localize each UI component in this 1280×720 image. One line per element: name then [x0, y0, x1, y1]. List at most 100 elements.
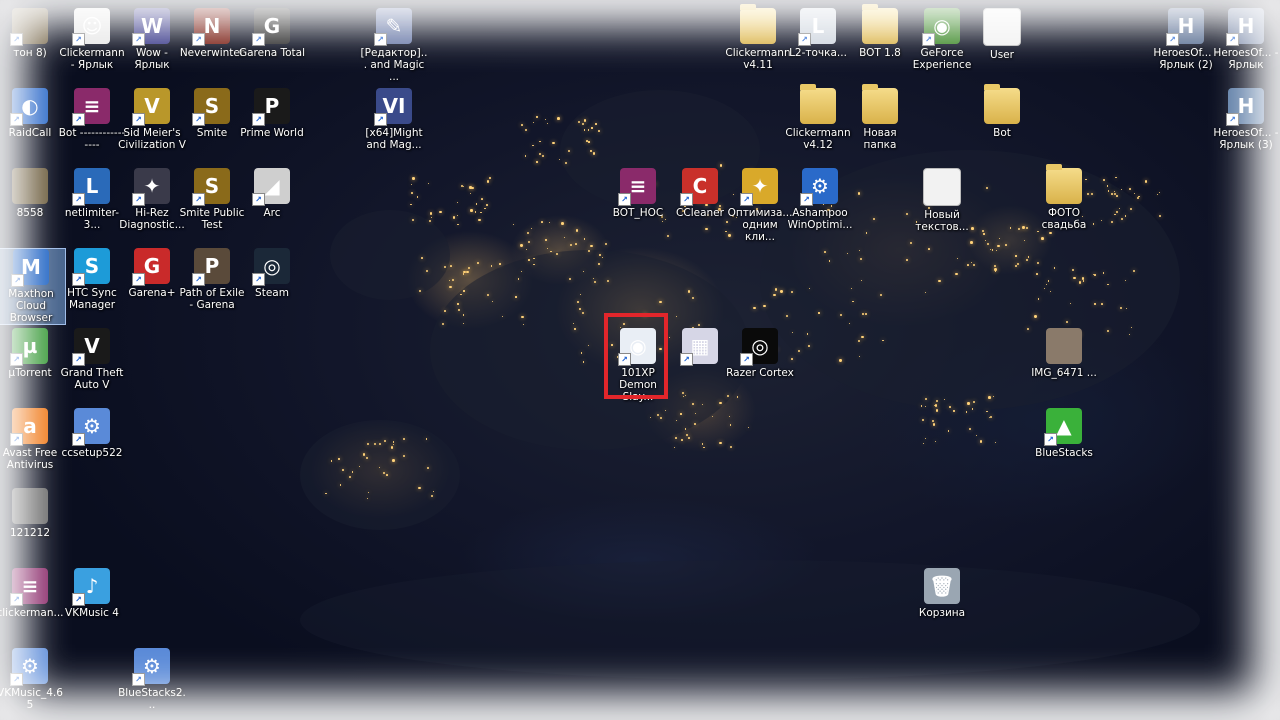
icon-glyph	[1046, 328, 1082, 364]
desktop-icon[interactable]: a ↗ Avast Free Antivirus	[0, 408, 64, 471]
desktop-icon[interactable]: G ↗ Garena Total	[238, 8, 306, 59]
desktop-icon[interactable]: L ↗ netlimiter-3...	[58, 168, 126, 231]
desktop-icon[interactable]: ▦ ↗	[666, 328, 734, 367]
desktop-icon[interactable]: ◉ ↗ GeForce Experience	[908, 8, 976, 71]
city-light	[729, 424, 731, 426]
desktop-icon[interactable]: ☺ ↗ Clickermann - Ярлык	[58, 8, 126, 71]
desktop-icon[interactable]: L ↗ L2-точка...	[784, 8, 852, 59]
desktop-icon[interactable]: V ↗ Sid Meier's Civilization V	[118, 88, 186, 151]
desktop-icon[interactable]: User	[968, 8, 1036, 61]
desktop-icon[interactable]: G ↗ Garena+	[118, 248, 186, 299]
desktop-icon-label: Новая папка	[863, 127, 897, 151]
desktop-icon[interactable]: ◎ ↗ Steam	[238, 248, 306, 299]
city-light	[865, 232, 868, 234]
shortcut-arrow-icon: ↗	[680, 353, 693, 366]
desktop-icon-label: Neverwinter	[179, 47, 245, 59]
shortcut-arrow-icon: ↗	[740, 353, 753, 366]
city-light	[1082, 277, 1085, 280]
city-light	[456, 215, 458, 217]
desktop-icon[interactable]: S ↗ Smite	[178, 88, 246, 139]
desktop-icon-label: [x64]Might and Mag...	[365, 127, 423, 151]
city-light	[1115, 195, 1118, 197]
desktop-icon[interactable]: µ ↗ µTorrent	[0, 328, 64, 379]
desktop-icon[interactable]: Clickermann v4.12	[784, 84, 852, 151]
desktop-icon[interactable]: C ↗ CCleaner	[666, 168, 734, 219]
desktop-icon[interactable]: Новая папка	[846, 84, 914, 151]
desktop-icon[interactable]: ⚙ ↗ VKMusic_4.65	[0, 648, 64, 711]
shortcut-arrow-icon: ↗	[192, 33, 205, 46]
city-light	[430, 494, 433, 497]
desktop-icon[interactable]: P ↗ Prime World	[238, 88, 306, 139]
city-light	[1101, 303, 1104, 305]
shortcut-arrow-icon: ↗	[800, 193, 813, 206]
vkmusic-icon: ♪ ↗	[72, 568, 110, 606]
desktop-icon[interactable]: 121212	[0, 488, 64, 539]
city-light	[541, 154, 544, 157]
city-light	[1022, 226, 1025, 229]
desktop-icon-label: GeForce Experience	[912, 47, 972, 71]
desktop-icon[interactable]: ↗ тон 8)	[0, 8, 64, 59]
desktop-icon[interactable]: H ↗ HeroesOf... - Ярлык (2)	[1152, 8, 1220, 71]
desktop-icon[interactable]: ≡ ↗ clickerman...	[0, 568, 64, 619]
desktop-icon[interactable]: Новый текстов...	[908, 168, 976, 233]
desktop-icon[interactable]: H ↗ HeroesOf... - Ярлык (3)	[1212, 88, 1280, 151]
desktop-icon[interactable]: ♪ ↗ VKMusic 4	[58, 568, 126, 619]
desktop-icon[interactable]: 8558	[0, 168, 64, 219]
desktop-icon[interactable]: ФОТО свадьба	[1030, 164, 1098, 231]
smite-icon: S ↗	[192, 168, 230, 206]
city-light	[448, 279, 450, 281]
city-light	[935, 409, 938, 412]
desktop-icon[interactable]: Clickermann v4.11	[724, 4, 792, 71]
icon-glyph	[862, 8, 898, 44]
city-light	[1130, 326, 1132, 328]
desktop-icon[interactable]: Bot	[968, 84, 1036, 139]
shortcut-arrow-icon: ↗	[1044, 433, 1057, 446]
city-light	[1115, 176, 1117, 178]
desktop-icon[interactable]: ✎ ↗ [Редактор]... and Magic ...	[360, 8, 428, 83]
desktop-icon[interactable]: ⚙ ↗ BlueStacks2...	[118, 648, 186, 711]
desktop-icon[interactable]: W ↗ Wow - Ярлык	[118, 8, 186, 71]
shortcut-arrow-icon: ↗	[132, 273, 145, 286]
desktop-icon[interactable]: ◎ ↗ Razer Cortex	[726, 328, 794, 379]
city-light	[490, 265, 492, 267]
desktop-icon-label: VKMusic_4.65	[0, 687, 63, 711]
desktop-icon[interactable]: ⚙ ↗ Ashampoo WinOptimi...	[786, 168, 854, 231]
desktop-icon[interactable]: ≡ ↗ BOT_HOC	[604, 168, 672, 219]
desktop-icon-label: Новый текстов...	[915, 209, 969, 233]
clickermann-icon: ☺ ↗	[72, 8, 110, 46]
city-light	[1005, 244, 1008, 246]
city-light	[1034, 315, 1037, 318]
desktop-icon[interactable]: ⚙ ↗ ccsetup522	[58, 408, 126, 459]
shortcut-arrow-icon: ↗	[10, 33, 23, 46]
folder-icon	[862, 84, 898, 124]
desktop-icon[interactable]: H ↗ HeroesOf... - Ярлык	[1212, 8, 1280, 71]
desktop-icon[interactable]: ✦ ↗ Hi-Rez Diagnostic...	[118, 168, 186, 231]
desktop-icon[interactable]: ✦ ↗ Оптимиза... одним кли...	[726, 168, 794, 243]
desktop-icon[interactable]: BOT 1.8	[846, 4, 914, 59]
city-light	[550, 250, 552, 252]
desktop-icon[interactable]: V ↗ Grand Theft Auto V	[58, 328, 126, 391]
wallpaper-landmass	[300, 420, 460, 530]
city-light	[463, 290, 465, 292]
city-light	[753, 306, 756, 310]
desktop-icon[interactable]: ≡ ↗ Bot ----------------	[58, 88, 126, 151]
desktop-icon[interactable]: S ↗ HTC Sync Manager	[58, 248, 126, 311]
desktop-icon[interactable]: ◢ ↗ Arc	[238, 168, 306, 219]
desktop-icon[interactable]: IMG_6471 ...	[1030, 328, 1098, 379]
desktop-icon[interactable]: S ↗ Smite Public Test	[178, 168, 246, 231]
city-light	[675, 419, 677, 421]
shortcut-arrow-icon: ↗	[680, 193, 693, 206]
desktop-icon[interactable]: VI ↗ [x64]Might and Mag...	[360, 88, 428, 151]
desktop-icon[interactable]: M ↗ Maxthon Cloud Browser	[0, 248, 66, 325]
city-light	[675, 436, 677, 439]
city-light	[622, 323, 625, 326]
city-light	[1070, 303, 1072, 304]
desktop-icon[interactable]: P ↗ Path of Exile - Garena	[178, 248, 246, 311]
desktop-icon[interactable]: ▲ ↗ BlueStacks	[1030, 408, 1098, 459]
ashampoo-icon: ⚙ ↗	[800, 168, 838, 206]
desktop-icon[interactable]: 🗑 Корзина	[908, 568, 976, 619]
desktop-icon[interactable]: N ↗ Neverwinter	[178, 8, 246, 59]
desktop-icon[interactable]: ◉ ↗ 101XP Demon Slay...	[604, 328, 672, 403]
city-light	[420, 257, 423, 260]
desktop-icon[interactable]: ◐ ↗ RaidCall	[0, 88, 64, 139]
